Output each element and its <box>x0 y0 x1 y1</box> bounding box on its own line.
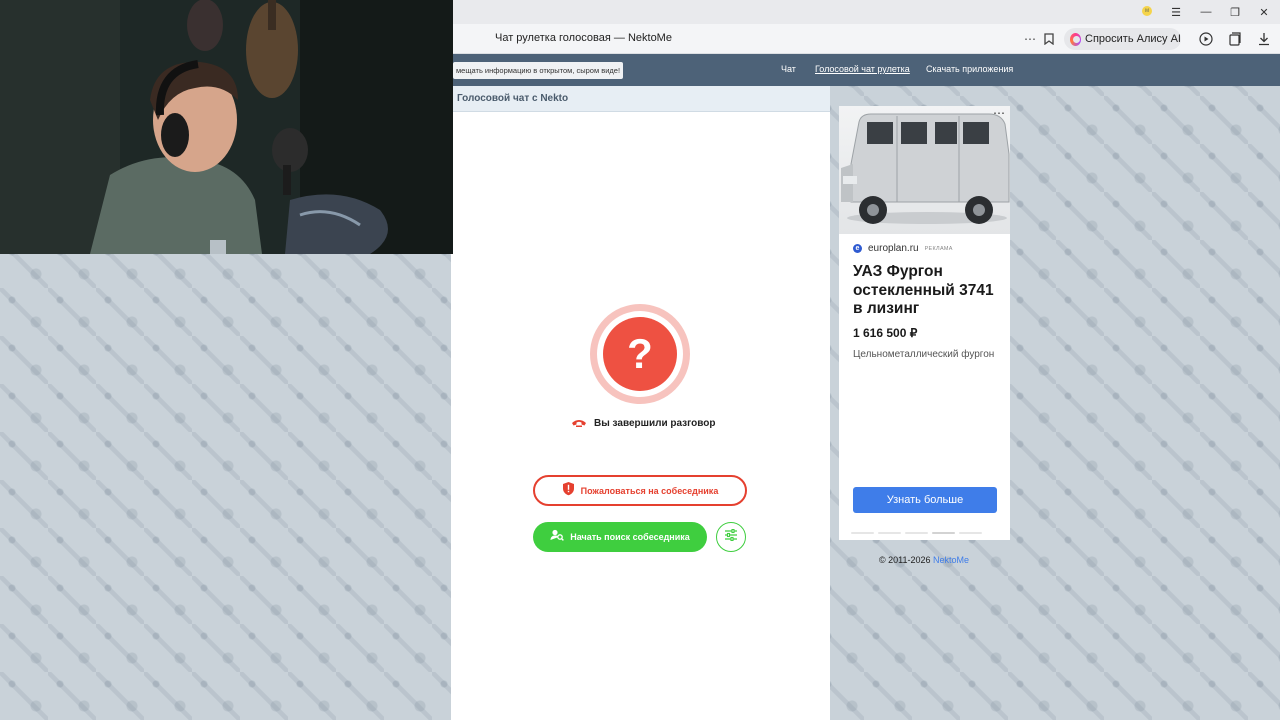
media-play-icon[interactable] <box>1198 31 1214 47</box>
phone-hangup-icon <box>571 418 587 428</box>
restore-icon[interactable]: ❐ <box>1220 0 1250 24</box>
page-title[interactable]: Чат рулетка голосовая — NektoMe <box>495 32 672 44</box>
call-ended-text: Вы завершили разговор <box>594 417 716 429</box>
download-icon[interactable] <box>1256 31 1272 47</box>
menu-icon[interactable]: ☰ <box>1161 0 1191 24</box>
question-mark-icon: ? <box>603 317 677 391</box>
ad-source: e europlan.ru РЕКЛАМА <box>853 243 953 254</box>
search-settings-button[interactable] <box>716 522 746 552</box>
close-icon[interactable]: ✕ <box>1249 0 1279 24</box>
ad-price: 1 616 500 ₽ <box>853 326 918 340</box>
minimize-icon[interactable]: — <box>1191 0 1221 24</box>
voice-chat-panel: Голосовой чат с Nekto ? Вы завершили раз… <box>451 86 830 720</box>
privacy-notice: мещать информацию в открытом, сыром виде… <box>453 62 624 79</box>
ad-description: Цельнометаллический фургон <box>853 349 995 360</box>
ad-title[interactable]: УАЗ Фургон остекленный 3741 в лизинг <box>853 263 1003 319</box>
ad-label: РЕКЛАМА <box>924 245 953 252</box>
learn-more-button[interactable]: Узнать больше <box>853 487 997 513</box>
alice-icon <box>1070 32 1082 46</box>
collections-icon[interactable] <box>1227 31 1243 47</box>
ad-van-image[interactable]: ⋯ <box>839 106 1010 234</box>
footer: © 2011-2026 NektoMe <box>879 555 969 565</box>
europlan-logo-icon: e <box>853 244 862 253</box>
shield-alert-icon <box>562 481 575 501</box>
nav-link-download-apps[interactable]: Скачать приложения <box>926 64 1013 74</box>
sliders-icon <box>724 528 738 546</box>
bookmark-icon[interactable] <box>1042 31 1056 47</box>
nav-link-voice-chat[interactable]: Голосовой чат рулетка <box>815 64 910 74</box>
chat-header: Голосовой чат с Nekto <box>451 86 830 112</box>
advertisement[interactable]: ⋯ e europlan.ru РЕКЛАМА УАЗ Фургон остек… <box>839 106 1010 540</box>
nav-link-chat[interactable]: Чат <box>781 64 796 74</box>
site-navigation: мещать информацию в открытом, сыром виде… <box>453 54 1280 86</box>
ask-alice-button[interactable]: Спросить Алису AI <box>1064 28 1181 50</box>
user-search-icon <box>550 528 565 546</box>
ad-domain[interactable]: europlan.ru <box>868 243 919 254</box>
status-indicator: ? <box>590 304 690 404</box>
more-options-icon[interactable]: ⋯ <box>1023 31 1037 47</box>
ad-more-icon[interactable]: ⋯ <box>993 106 1005 120</box>
ad-carousel-dots <box>851 532 982 534</box>
call-ended-status: Вы завершили разговор <box>571 415 716 431</box>
footer-copyright: © 2011-2026 <box>879 555 931 565</box>
start-search-button[interactable]: Начать поиск собеседника <box>533 522 707 552</box>
report-user-button[interactable]: Пожаловаться на собеседника <box>533 475 747 506</box>
profile-badge[interactable]: м <box>1142 6 1152 16</box>
footer-brand-link[interactable]: NektoMe <box>933 555 969 565</box>
webcam-overlay <box>0 0 453 254</box>
